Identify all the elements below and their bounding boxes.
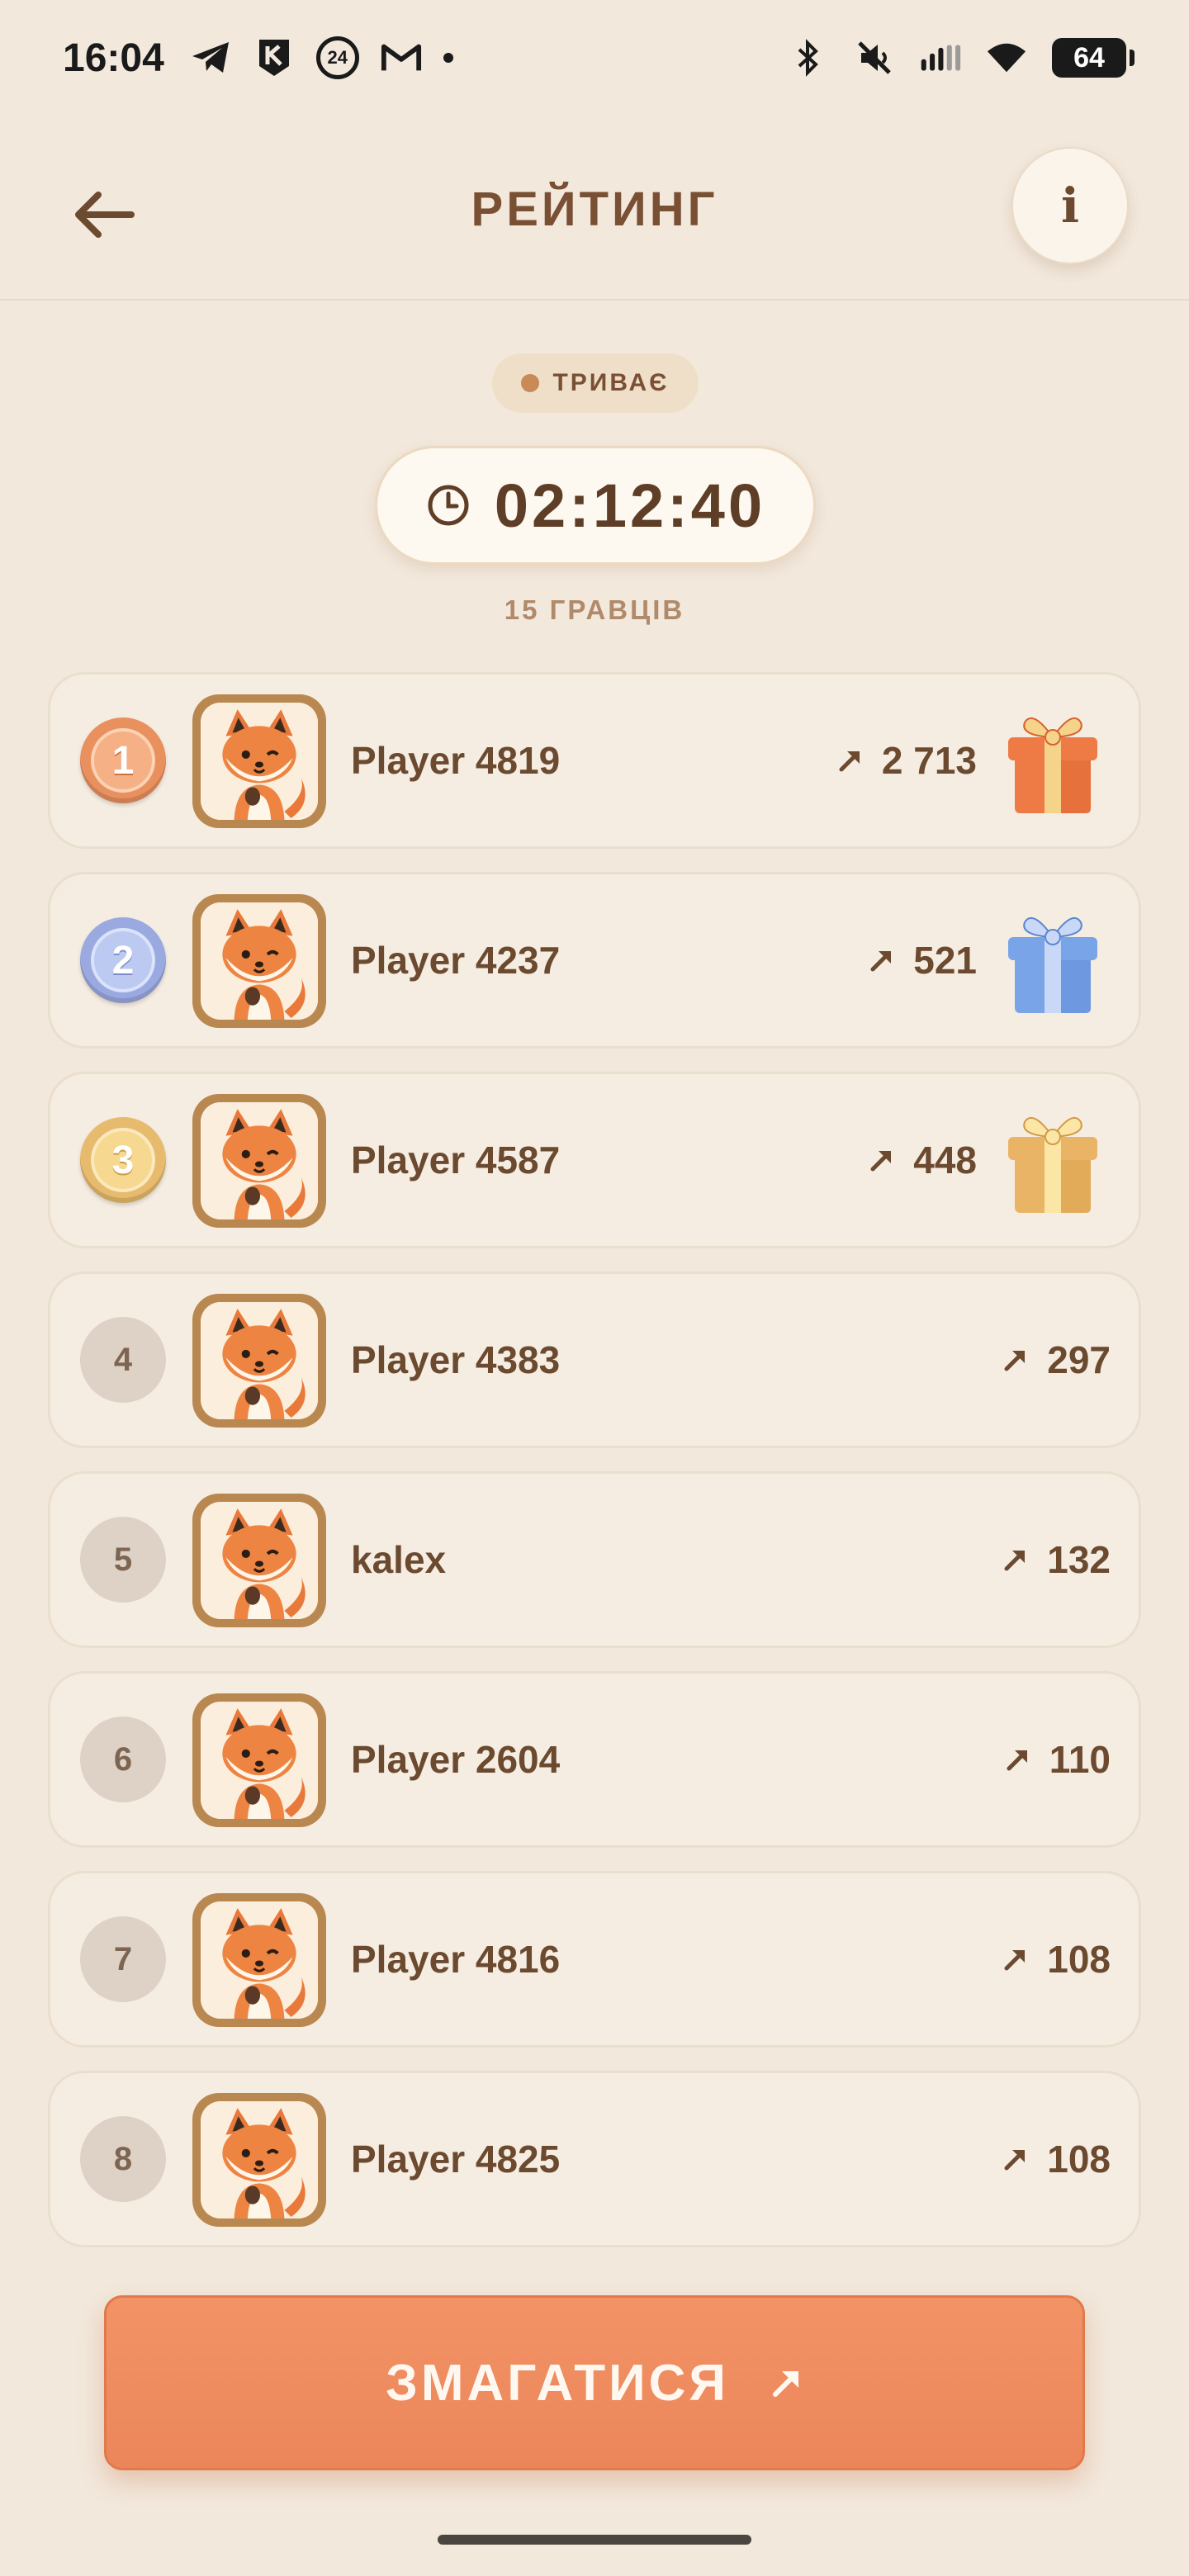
score-value: 132 [1047,1538,1111,1581]
compete-label: ЗМАГАТИСЯ [386,2354,729,2412]
rank-medal-icon: 3 [80,1117,166,1203]
avatar [192,694,326,828]
arrow-up-right-icon [1004,1950,1026,1971]
avatar [192,2093,326,2227]
avatar [192,1893,326,2027]
arrow-up-right-icon [870,1151,892,1172]
leaderboard-row[interactable]: 6 Player 2604 110 [48,1671,1141,1848]
fox-avatar-icon [201,1901,318,2019]
avatar [192,1294,326,1428]
player-name: Player 4825 [351,2138,561,2181]
score-value: 521 [913,939,977,982]
status-time: 16:04 [63,36,164,80]
leaderboard-row[interactable]: 2 Player 4237 521 [48,872,1141,1049]
rank-number: 1 [91,728,155,793]
rank-number: 7 [80,1916,166,2002]
info-button[interactable]: i [1011,147,1129,264]
avatar [192,894,326,1028]
player-name: Player 4383 [351,1338,561,1381]
player-score: 521 [869,874,977,1046]
kyivstar-icon [253,37,295,78]
system-icons: 64 [788,37,1135,78]
fox-avatar-icon [201,703,318,820]
avatar [192,1494,326,1627]
player-name: kalex [351,1538,447,1581]
player-name: Player 4587 [351,1139,561,1181]
leaderboard-row[interactable]: 8 Player 4825 108 [48,2071,1141,2247]
clock-icon [428,485,469,526]
leaderboard-row[interactable]: 7 Player 4816 108 [48,1871,1141,2048]
fox-avatar-icon [201,902,318,1020]
score-value: 448 [913,1139,977,1181]
score-value: 108 [1047,2138,1111,2181]
countdown-timer: 02:12:40 [375,446,816,565]
arrow-up-right-icon [1004,1351,1026,1371]
fox-avatar-icon [201,1702,318,1819]
leaderboard-list: 1 Player 4819 2 713 2 Player 4237 521 3 … [48,672,1141,2271]
player-score: 108 [1002,1873,1111,2045]
player-name: Player 4237 [351,939,561,982]
arrow-up-right-icon [772,2371,798,2397]
arrow-up-right-icon [1007,1750,1027,1771]
score-value: 2 713 [881,739,977,782]
wifi-icon [986,37,1027,78]
player-score: 2 713 [837,675,977,846]
avatar [192,1693,326,1827]
score-value: 108 [1047,1938,1111,1981]
rank-number: 2 [91,928,155,992]
compete-button[interactable]: ЗМАГАТИСЯ [104,2295,1085,2470]
player-name: Player 4816 [351,1938,561,1981]
bluetooth-icon [788,37,829,78]
player-name: Player 2604 [351,1738,561,1781]
player-score: 132 [1002,1474,1111,1646]
score-value: 297 [1047,1338,1111,1381]
gmail-icon [381,37,422,78]
status-bar: 16:04 24 64 [0,0,1189,116]
page-title: РЕЙТИНГ [471,182,718,236]
leaderboard-row[interactable]: 3 Player 4587 448 [48,1072,1141,1248]
rank-number: 6 [80,1717,166,1802]
rank-medal-icon: 2 [80,917,166,1003]
arrow-up-right-icon [1004,1551,1026,1571]
channel-24-icon: 24 [315,36,359,79]
battery-icon: 64 [1052,38,1135,78]
rank-number: 5 [80,1517,166,1603]
signal-icon [920,37,961,78]
arrow-up-right-icon [870,951,892,972]
players-count: 15 ГРАВЦІВ [504,594,685,625]
leaderboard-row[interactable]: 4 Player 4383 297 [48,1271,1141,1448]
telegram-icon [191,37,232,78]
notification-icons: 24 [191,36,453,79]
rank-number: 4 [80,1317,166,1403]
rank-number: 3 [91,1128,155,1192]
timer-value: 02:12:40 [494,471,766,540]
player-score: 110 [1005,1674,1111,1845]
rank-medal-icon: 1 [80,717,166,803]
gift-icon[interactable] [1000,704,1106,817]
score-value: 110 [1049,1738,1111,1781]
arrow-up-right-icon [839,751,860,772]
player-score: 108 [1002,2073,1111,2245]
avatar [192,1094,326,1228]
player-score: 297 [1002,1274,1111,1446]
arrow-up-right-icon [1004,2150,1026,2171]
leaderboard-row[interactable]: 5 kalex 132 [48,1471,1141,1648]
player-name: Player 4819 [351,739,561,782]
leaderboard-row[interactable]: 1 Player 4819 2 713 [48,672,1141,849]
notification-dot-icon [443,53,453,63]
fox-avatar-icon [201,2101,318,2218]
fox-avatar-icon [201,1102,318,1219]
mute-icon [854,37,895,78]
gift-icon[interactable] [1000,1104,1106,1216]
fox-avatar-icon [201,1302,318,1419]
status-text: ТРИВАЄ [552,369,670,396]
status-badge: ТРИВАЄ [492,353,699,413]
fox-avatar-icon [201,1502,318,1619]
gift-icon[interactable] [1000,904,1106,1016]
home-indicator[interactable] [438,2535,751,2545]
header: РЕЙТИНГ i [0,140,1189,301]
live-dot-icon [521,374,540,392]
rank-number: 8 [80,2116,166,2202]
player-score: 448 [869,1074,977,1246]
